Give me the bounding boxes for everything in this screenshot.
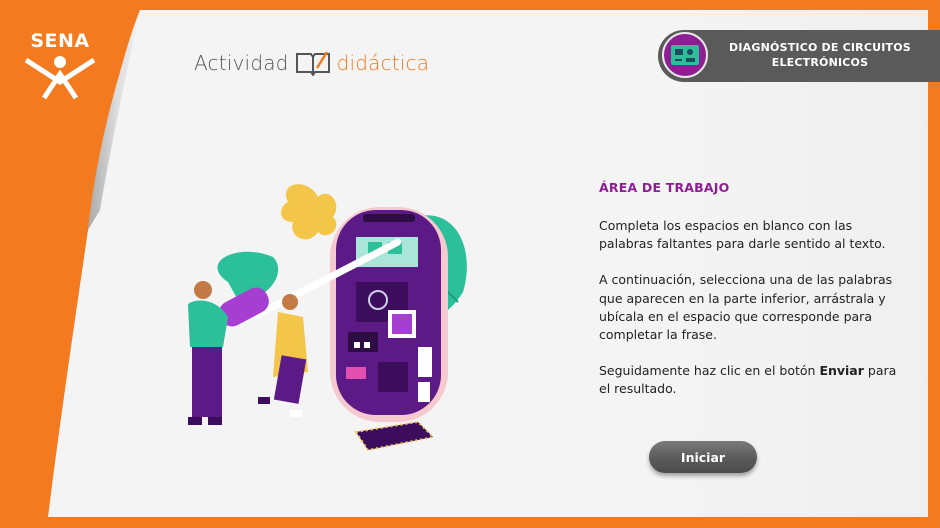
instruction-paragraph-1: Completa los espacios en blanco con las … [599,218,886,252]
activity-title: Actividad didáctica [194,50,429,76]
book-pencil-icon [295,51,330,76]
work-area: ÁREA DE TRABAJO Completa los espacios en… [599,180,899,417]
section-title: ÁREA DE TRABAJO [599,180,730,195]
header-badge: DIAGNÓSTICO DE CIRCUITOS ELECTRÓNICOS [658,30,940,82]
instruction-paragraph-2: A continuación, selecciona una de las pa… [599,272,893,343]
content-card: ÁREA DE TRABAJO Completa los espacios en… [48,10,928,517]
instruction-paragraph-3: Seguidamente haz clic en el botón Enviar… [599,363,897,397]
circuit-board-icon [671,45,699,65]
badge-circle [662,32,708,78]
circuit-illustration [188,184,467,452]
sena-figure-icon [24,56,96,100]
sena-logo: SENA [18,30,102,100]
sena-logo-text: SENA [30,30,90,52]
start-button[interactable]: Iniciar [649,441,757,473]
activity-word: Actividad [194,51,289,75]
enviar-keyword: Enviar [819,363,864,379]
didactic-word: didáctica [336,51,430,75]
badge-title: DIAGNÓSTICO DE CIRCUITOS ELECTRÓNICOS [729,41,911,69]
